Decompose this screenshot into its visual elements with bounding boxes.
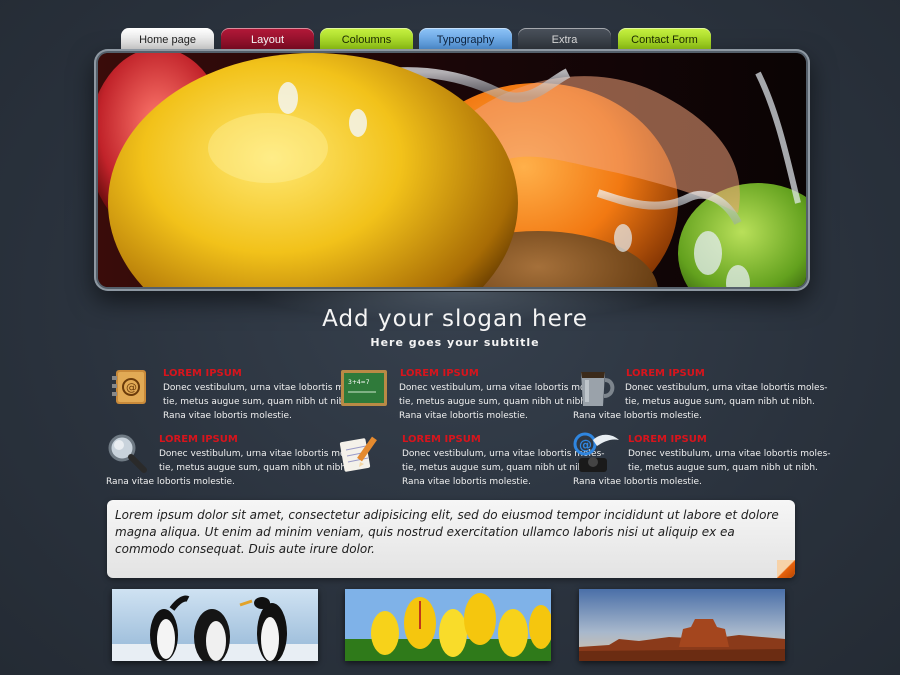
feature-text-line: tie, metus augue sum, quam nibh ut nibh. bbox=[402, 463, 592, 473]
feature-text-line: Rana vitae lobortis molestie. bbox=[163, 411, 292, 421]
feature-text-line: tie, metus augue sum, quam nibh ut nibh. bbox=[628, 463, 818, 473]
email-phone-icon: @ bbox=[573, 432, 619, 476]
feature-text-line: Rana vitae lobortis molestie. bbox=[573, 477, 702, 487]
intro-quote-text: Lorem ipsum dolor sit amet, consectetur … bbox=[115, 508, 779, 556]
feature-title: LOREM IPSUM bbox=[628, 434, 707, 445]
slogan-subtitle: Here goes your subtitle bbox=[370, 336, 540, 349]
chalkboard-icon: 3+4=7 bbox=[340, 366, 387, 410]
feature-text-line: tie, metus augue sum, quam nibh ut nibh. bbox=[625, 397, 815, 407]
feature-text-line: Donec vestibulum, urna vitae lobortis mo… bbox=[625, 383, 828, 393]
feature-text-line: Rana vitae lobortis molestie. bbox=[402, 477, 531, 487]
slogan-heading: Add your slogan here bbox=[322, 306, 588, 332]
svg-text:@: @ bbox=[579, 438, 592, 453]
feature-text-line: tie, metus augue sum, quam nibh ut nibh. bbox=[399, 397, 589, 407]
notepad-pencil-icon bbox=[338, 432, 382, 476]
thumbnail-desert[interactable] bbox=[579, 589, 785, 661]
feature-text-line: Rana vitae lobortis molestie. bbox=[573, 411, 702, 421]
thumbnail-penguins[interactable] bbox=[112, 589, 318, 661]
feature-text-line: Donec vestibulum, urna vitae lobortis mo… bbox=[159, 449, 362, 459]
hero-image bbox=[98, 53, 806, 287]
feature-text-line: Rana vitae lobortis molestie. bbox=[399, 411, 528, 421]
feature-title: LOREM IPSUM bbox=[402, 434, 481, 445]
feature-text-line: Donec vestibulum, urna vitae lobortis mo… bbox=[399, 383, 602, 393]
svg-text:3+4=7: 3+4=7 bbox=[348, 379, 370, 386]
feature-title: LOREM IPSUM bbox=[163, 368, 242, 379]
page-curl-icon bbox=[777, 560, 795, 578]
feature-text-line: Donec vestibulum, urna vitae lobortis mo… bbox=[628, 449, 831, 459]
mug-icon bbox=[575, 366, 619, 410]
magnifier-icon bbox=[106, 432, 150, 476]
intro-quote-box: Lorem ipsum dolor sit amet, consectetur … bbox=[107, 500, 795, 578]
address-book-icon: @ bbox=[108, 366, 152, 410]
feature-text-line: Rana vitae lobortis molestie. bbox=[106, 477, 235, 487]
hero-frame bbox=[94, 49, 810, 291]
svg-text:@: @ bbox=[126, 381, 137, 394]
feature-title: LOREM IPSUM bbox=[400, 368, 479, 379]
feature-text-line: Donec vestibulum, urna vitae lobortis mo… bbox=[163, 383, 366, 393]
feature-title: LOREM IPSUM bbox=[626, 368, 705, 379]
thumbnail-tulips[interactable] bbox=[345, 589, 551, 661]
feature-text-line: tie, metus augue sum, quam nibh ut nibh. bbox=[159, 463, 349, 473]
feature-title: LOREM IPSUM bbox=[159, 434, 238, 445]
feature-text-line: tie, metus augue sum, quam nibh ut nibh. bbox=[163, 397, 353, 407]
